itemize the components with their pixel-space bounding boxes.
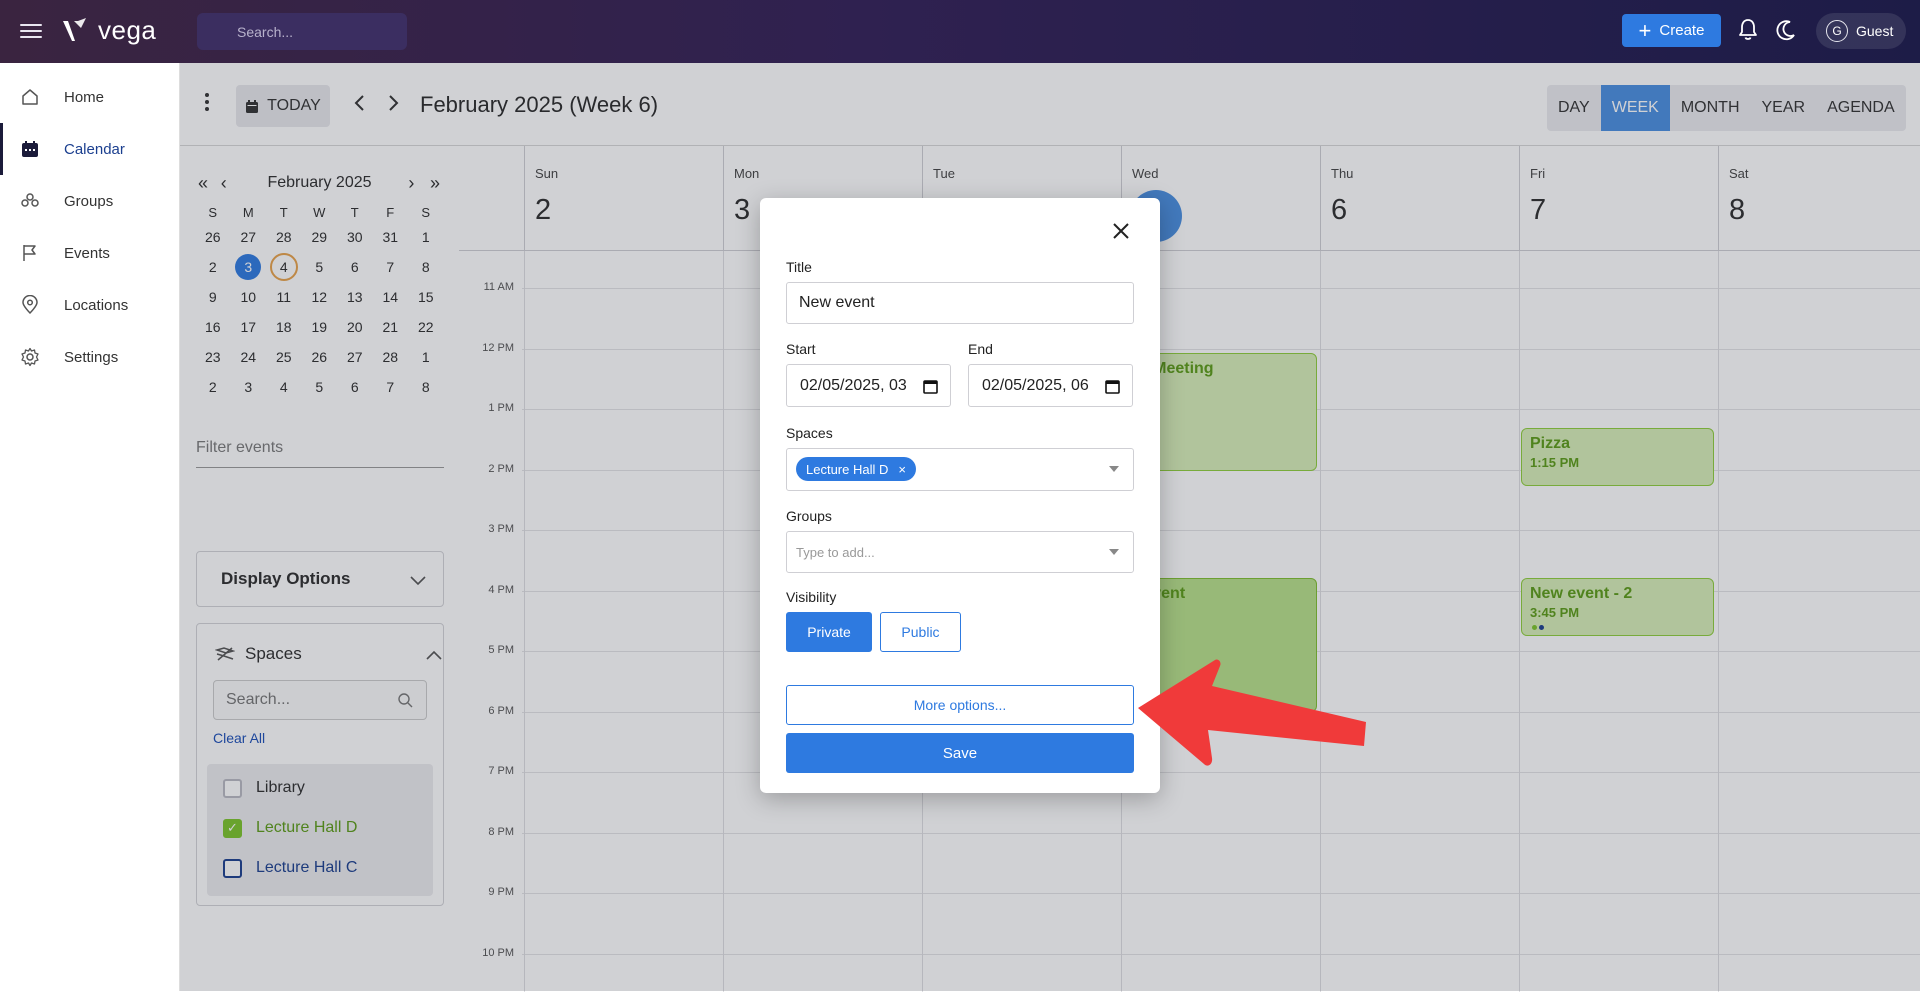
create-label: Create [1659,22,1705,39]
visibility-public-button[interactable]: Public [880,612,961,652]
user-menu[interactable]: G Guest [1816,13,1906,49]
plus-icon: + [1638,17,1652,43]
nav-item-label: Groups [64,192,114,210]
nav-item-settings[interactable]: Settings [0,331,179,383]
calendar-icon[interactable] [1105,378,1120,394]
nav-item-label: Events [64,244,110,262]
visibility-private-button[interactable]: Private [786,612,872,652]
new-event-dialog: Title Start End 02/05/2025, 03 02/05/202… [760,198,1160,793]
app-logo[interactable]: vega [60,15,156,46]
top-bar: vega + Create G Guest [0,0,1920,63]
dropdown-caret-icon[interactable] [1109,549,1119,555]
app-name: vega [98,15,157,45]
nav-item-locations[interactable]: Locations [0,279,179,331]
user-name: Guest [1856,23,1894,39]
nav-item-groups[interactable]: Groups [0,175,179,227]
dark-mode-icon[interactable] [1775,19,1797,41]
nav-item-label: Calendar [64,140,125,158]
flag-icon [23,245,36,261]
start-datetime-input[interactable]: 02/05/2025, 03 [786,364,951,407]
bell-icon[interactable] [1737,18,1759,42]
title-label: Title [786,259,812,275]
groups-placeholder: Type to add... [796,545,875,560]
more-options-button[interactable]: More options... [786,685,1134,725]
spaces-select[interactable]: Lecture Hall D × [786,448,1134,491]
vega-logo-icon [63,17,86,41]
groups-select[interactable]: Type to add... [786,531,1134,573]
groups-label: Groups [786,508,832,524]
chip-label: Lecture Hall D [806,461,889,477]
global-search-input[interactable] [197,13,407,50]
left-navigation: Home Calendar Groups Events Locations Se… [0,63,180,991]
chip-remove-icon[interactable]: × [898,462,906,477]
nav-item-home[interactable]: Home [0,71,179,123]
avatar: G [1826,20,1848,42]
visibility-label: Visibility [786,589,837,605]
spaces-label: Spaces [786,425,833,441]
gear-icon [21,347,39,367]
nav-item-label: Settings [64,348,119,366]
nav-item-calendar[interactable]: Calendar [0,123,179,175]
title-input[interactable] [786,282,1134,324]
calendar-icon[interactable] [923,378,938,394]
end-datetime-input[interactable]: 02/05/2025, 06 [968,364,1133,407]
dropdown-caret-icon[interactable] [1109,466,1119,472]
nav-item-events[interactable]: Events [0,227,179,279]
close-icon[interactable] [1110,220,1132,242]
start-datetime-value: 02/05/2025, 03 [800,376,907,394]
space-chip: Lecture Hall D × [796,457,916,481]
groups-icon [21,193,39,207]
nav-item-label: Locations [64,296,129,314]
annotation-arrow-icon [1138,659,1366,766]
calendar-icon [22,141,38,157]
nav-item-label: Home [64,88,105,106]
save-button[interactable]: Save [786,733,1134,773]
start-label: Start [786,341,816,357]
create-button[interactable]: + Create [1622,14,1721,47]
home-icon [22,89,38,105]
end-datetime-value: 02/05/2025, 06 [982,376,1089,394]
location-pin-icon [22,295,38,315]
menu-icon[interactable] [20,20,42,42]
end-label: End [968,341,993,357]
